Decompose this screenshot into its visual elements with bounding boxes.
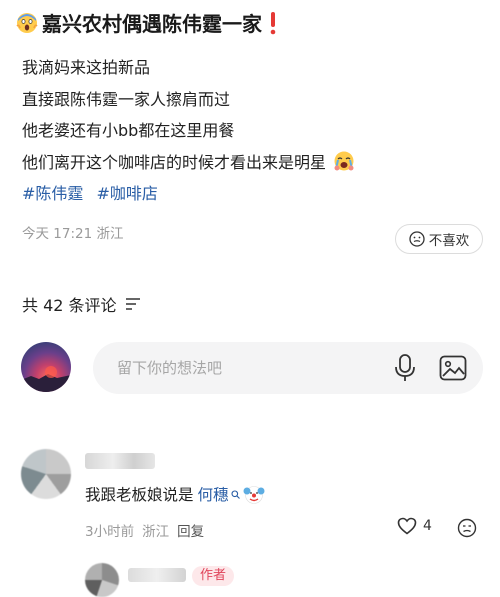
comment-input[interactable]: 留下你的想法吧: [93, 342, 483, 394]
commenter-avatar[interactable]: [21, 449, 71, 499]
author-badge: 作者: [192, 566, 235, 586]
post-line: 他老婆还有小bb都在这里用餐: [22, 121, 235, 140]
dislike-face-icon[interactable]: [457, 518, 477, 538]
hashtag-link[interactable]: #咖啡店: [97, 184, 158, 203]
scream-emoji-icon: [16, 12, 38, 33]
reply-name-blurred[interactable]: [128, 568, 186, 582]
comment-location: 浙江: [142, 524, 170, 540]
reply-button[interactable]: 回复: [177, 520, 204, 540]
comments-header: 共 42 条评论: [22, 292, 141, 316]
image-icon[interactable]: [439, 355, 467, 381]
sunset-avatar-image: [21, 366, 71, 392]
sort-icon[interactable]: [125, 297, 141, 311]
my-avatar: [21, 342, 71, 392]
post-title: 嘉兴农村偶遇陈伟霆一家: [42, 12, 262, 36]
clown-emoji-icon: [243, 486, 265, 504]
comment-time: 3小时前: [85, 524, 135, 540]
post-meta: 今天 17:21 浙江: [22, 226, 124, 242]
comment-search-link[interactable]: 何穗: [198, 483, 229, 505]
comment-text: 我跟老板娘说是 何穗: [85, 483, 265, 505]
comment-body: 我跟老板娘说是: [85, 486, 194, 504]
dislike-button[interactable]: 不喜欢: [395, 224, 483, 254]
reply-avatar[interactable]: [85, 563, 119, 597]
comment-input-placeholder: 留下你的想法吧: [117, 359, 223, 377]
post-tags: #陈伟霆 #咖啡店: [22, 178, 355, 210]
comment-count: 共 42 条评论: [22, 296, 117, 315]
hashtag-link[interactable]: #陈伟霆: [22, 184, 83, 203]
post-body: 我滴妈来这拍新品 直接跟陈伟霆一家人擦肩而过 他老婆还有小bb都在这里用餐 他们…: [22, 52, 355, 210]
exclamation-icon: [270, 11, 276, 34]
neutral-face-icon: [409, 231, 425, 247]
post-line-last: 他们离开这个咖啡店的时候才看出来是明星: [22, 147, 355, 179]
crying-emoji-icon: [334, 151, 354, 170]
comment-meta: 3小时前 浙江 回复: [85, 520, 204, 540]
dislike-label: 不喜欢: [428, 233, 470, 249]
post-line-text: 他们离开这个咖啡店的时候才看出来是明星: [22, 152, 327, 172]
like-count: 4: [423, 518, 432, 534]
post-line: 我滴妈来这拍新品: [22, 58, 151, 77]
search-icon[interactable]: [230, 489, 240, 499]
commenter-name-blurred[interactable]: [85, 453, 155, 469]
heart-icon: [397, 517, 417, 535]
post-title-row: 嘉兴农村偶遇陈伟霆一家: [16, 8, 278, 37]
post-line: 直接跟陈伟霆一家人擦肩而过: [22, 89, 231, 109]
microphone-icon[interactable]: [393, 354, 417, 382]
like-button[interactable]: 4: [397, 517, 432, 535]
